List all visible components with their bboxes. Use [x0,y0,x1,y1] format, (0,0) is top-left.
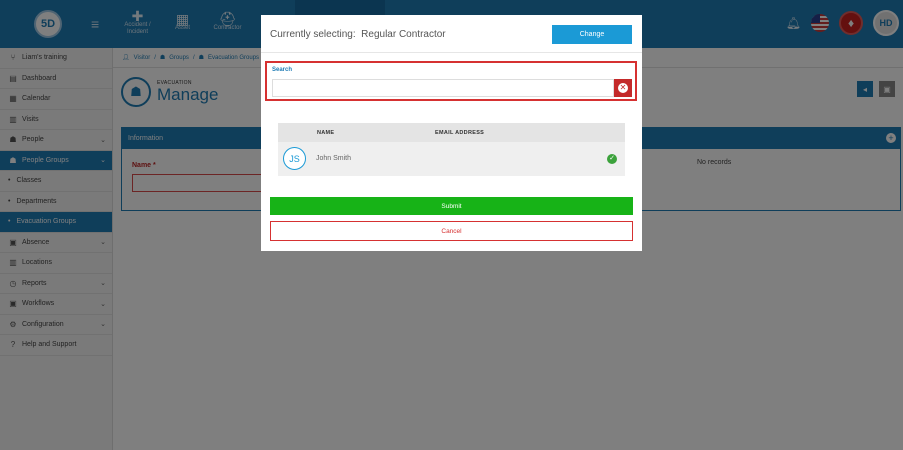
close-icon: ✕ [618,83,628,93]
clear-search-button[interactable]: ✕ [614,79,632,97]
modal-title-value: Regular Contractor [361,29,446,40]
column-name: NAME [317,129,335,136]
submit-button[interactable]: Submit [270,197,633,215]
column-email: EMAIL ADDRESS [435,129,485,136]
modal-title: Currently selecting: Regular Contractor [270,29,446,40]
search-label: Search [272,67,293,73]
search-section: Search ✕ [265,61,637,101]
table-row[interactable]: JS John Smith ✓ [278,142,625,176]
modal-title-prefix: Currently selecting: [270,29,356,40]
check-icon[interactable]: ✓ [607,154,617,164]
change-button[interactable]: Change [552,25,632,44]
modal-header: Currently selecting: Regular Contractor … [261,15,642,53]
results-table: NAME EMAIL ADDRESS JS John Smith ✓ [278,123,625,176]
select-contractor-modal: Currently selecting: Regular Contractor … [261,15,642,251]
table-header: NAME EMAIL ADDRESS [278,123,625,142]
row-name: John Smith [316,155,352,162]
user-initials-avatar: JS [283,147,306,170]
cancel-button[interactable]: Cancel [270,221,633,241]
search-input[interactable] [272,79,614,97]
